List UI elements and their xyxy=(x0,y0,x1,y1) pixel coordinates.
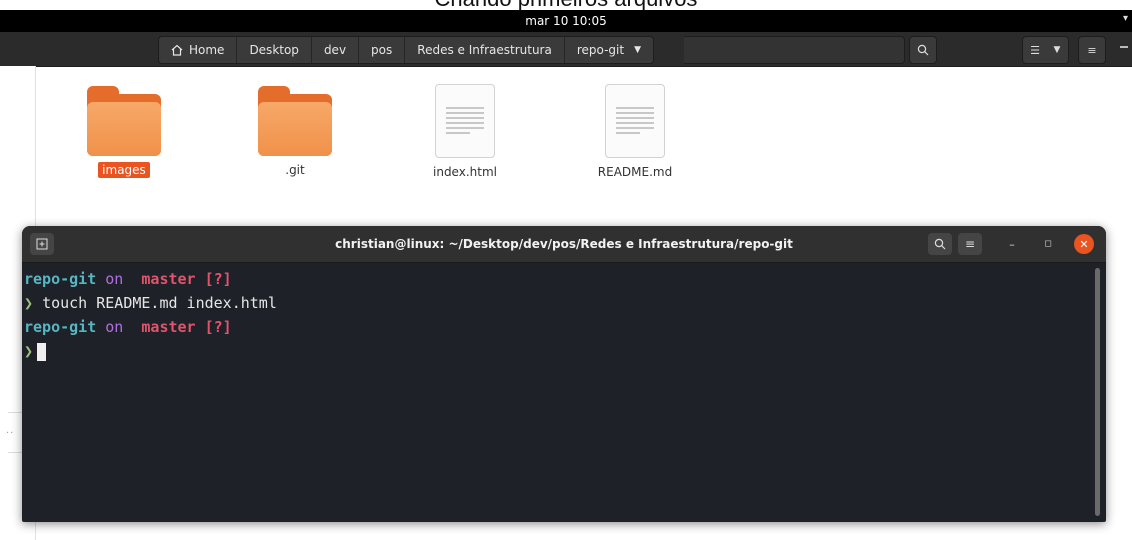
breadcrumb-home[interactable]: Home xyxy=(159,37,238,63)
breadcrumb-label: Desktop xyxy=(249,43,299,57)
chevron-down-icon: ▼ xyxy=(634,45,641,55)
prompt-line: repo-git on master [?] xyxy=(22,315,1092,339)
file-name: images xyxy=(98,162,150,178)
close-button[interactable]: ✕ xyxy=(1074,234,1094,254)
prompt-arrow-icon: ❯ xyxy=(24,294,34,312)
list-view-button[interactable]: ☰ xyxy=(1022,36,1048,64)
breadcrumb-dev[interactable]: dev xyxy=(311,37,360,63)
prompt-dir: repo-git xyxy=(24,318,97,336)
prompt-dir: repo-git xyxy=(24,270,97,288)
drag-handle-icon[interactable]: ·· xyxy=(6,428,14,439)
prompt-arrow-icon: ❯ xyxy=(24,342,34,360)
home-icon xyxy=(171,44,183,56)
minimize-button[interactable]: – xyxy=(1002,234,1022,254)
system-top-bar: mar 10 10:05 ▾ xyxy=(0,10,1132,32)
chevron-down-icon: ▼ xyxy=(1053,45,1061,55)
search-icon xyxy=(934,238,946,250)
clock[interactable]: mar 10 10:05 xyxy=(525,14,606,28)
terminal-menu-button[interactable]: ≡ xyxy=(958,233,982,255)
file-manager-headerbar: Home Desktop dev pos Redes e Infraestrut… xyxy=(0,32,1132,67)
minimize-icon: – xyxy=(1009,237,1015,251)
prompt-status: [?] xyxy=(204,270,232,288)
hamburger-icon: ≡ xyxy=(964,237,976,251)
prompt-branch: master xyxy=(141,318,196,336)
command-line: ❯ touch README.md index.html xyxy=(22,291,1092,315)
file-item-git[interactable]: .git xyxy=(235,86,355,178)
breadcrumb-repo-git[interactable]: repo-git ▼ xyxy=(564,37,653,63)
folder-icon xyxy=(87,86,161,156)
breadcrumb: Home Desktop dev pos Redes e Infraestrut… xyxy=(158,36,654,64)
main-menu-button[interactable]: ≡ xyxy=(1078,36,1106,64)
minimize-icon[interactable] xyxy=(1120,46,1128,48)
input-line[interactable]: ❯ xyxy=(22,339,1092,363)
scrollbar[interactable] xyxy=(1095,268,1100,516)
list-view-icon: ☰ xyxy=(1030,43,1040,57)
file-name: index.html xyxy=(433,165,497,179)
terminal-output[interactable]: repo-git on master [?] ❯ touch README.md… xyxy=(22,263,1092,522)
text-document-icon xyxy=(435,84,495,158)
search-icon xyxy=(917,44,929,56)
file-item-index-html[interactable]: index.html xyxy=(405,84,525,180)
prompt-status: [?] xyxy=(204,318,232,336)
close-icon: ✕ xyxy=(1079,237,1089,251)
maximize-button[interactable]: ◻ xyxy=(1038,234,1058,254)
prompt-on: on xyxy=(105,318,124,336)
folder-icon xyxy=(258,86,332,156)
breadcrumb-label: pos xyxy=(371,43,393,57)
view-options-button[interactable]: ▼ xyxy=(1046,36,1069,64)
prompt-on: on xyxy=(105,270,124,288)
hamburger-icon: ≡ xyxy=(1087,43,1097,57)
breadcrumb-label: Home xyxy=(189,43,225,57)
file-item-readme[interactable]: README.md xyxy=(575,84,695,180)
breadcrumb-label: Redes e Infraestrutura xyxy=(417,43,552,57)
file-name: .git xyxy=(285,163,305,177)
search-button[interactable] xyxy=(909,36,937,64)
breadcrumb-label: repo-git xyxy=(576,43,625,57)
terminal-titlebar[interactable]: christian@linux: ~/Desktop/dev/pos/Redes… xyxy=(22,226,1106,263)
text-document-icon xyxy=(605,84,665,158)
terminal-search-button[interactable] xyxy=(928,233,952,255)
system-menu-chevron-icon[interactable]: ▾ xyxy=(1123,13,1128,24)
text-cursor xyxy=(37,342,47,361)
path-bar-empty-area xyxy=(684,36,905,64)
file-name: README.md xyxy=(597,165,673,179)
command-text: touch README.md index.html xyxy=(42,294,277,312)
maximize-icon: ◻ xyxy=(1044,239,1052,249)
prompt-branch: master xyxy=(141,270,196,288)
terminal-window[interactable]: christian@linux: ~/Desktop/dev/pos/Redes… xyxy=(22,226,1106,522)
file-item-images[interactable]: images xyxy=(64,86,184,178)
breadcrumb-desktop[interactable]: Desktop xyxy=(237,37,312,63)
breadcrumb-redes[interactable]: Redes e Infraestrutura xyxy=(405,37,565,63)
breadcrumb-label: dev xyxy=(323,43,347,57)
prompt-line: repo-git on master [?] xyxy=(22,267,1092,291)
breadcrumb-pos[interactable]: pos xyxy=(359,37,406,63)
